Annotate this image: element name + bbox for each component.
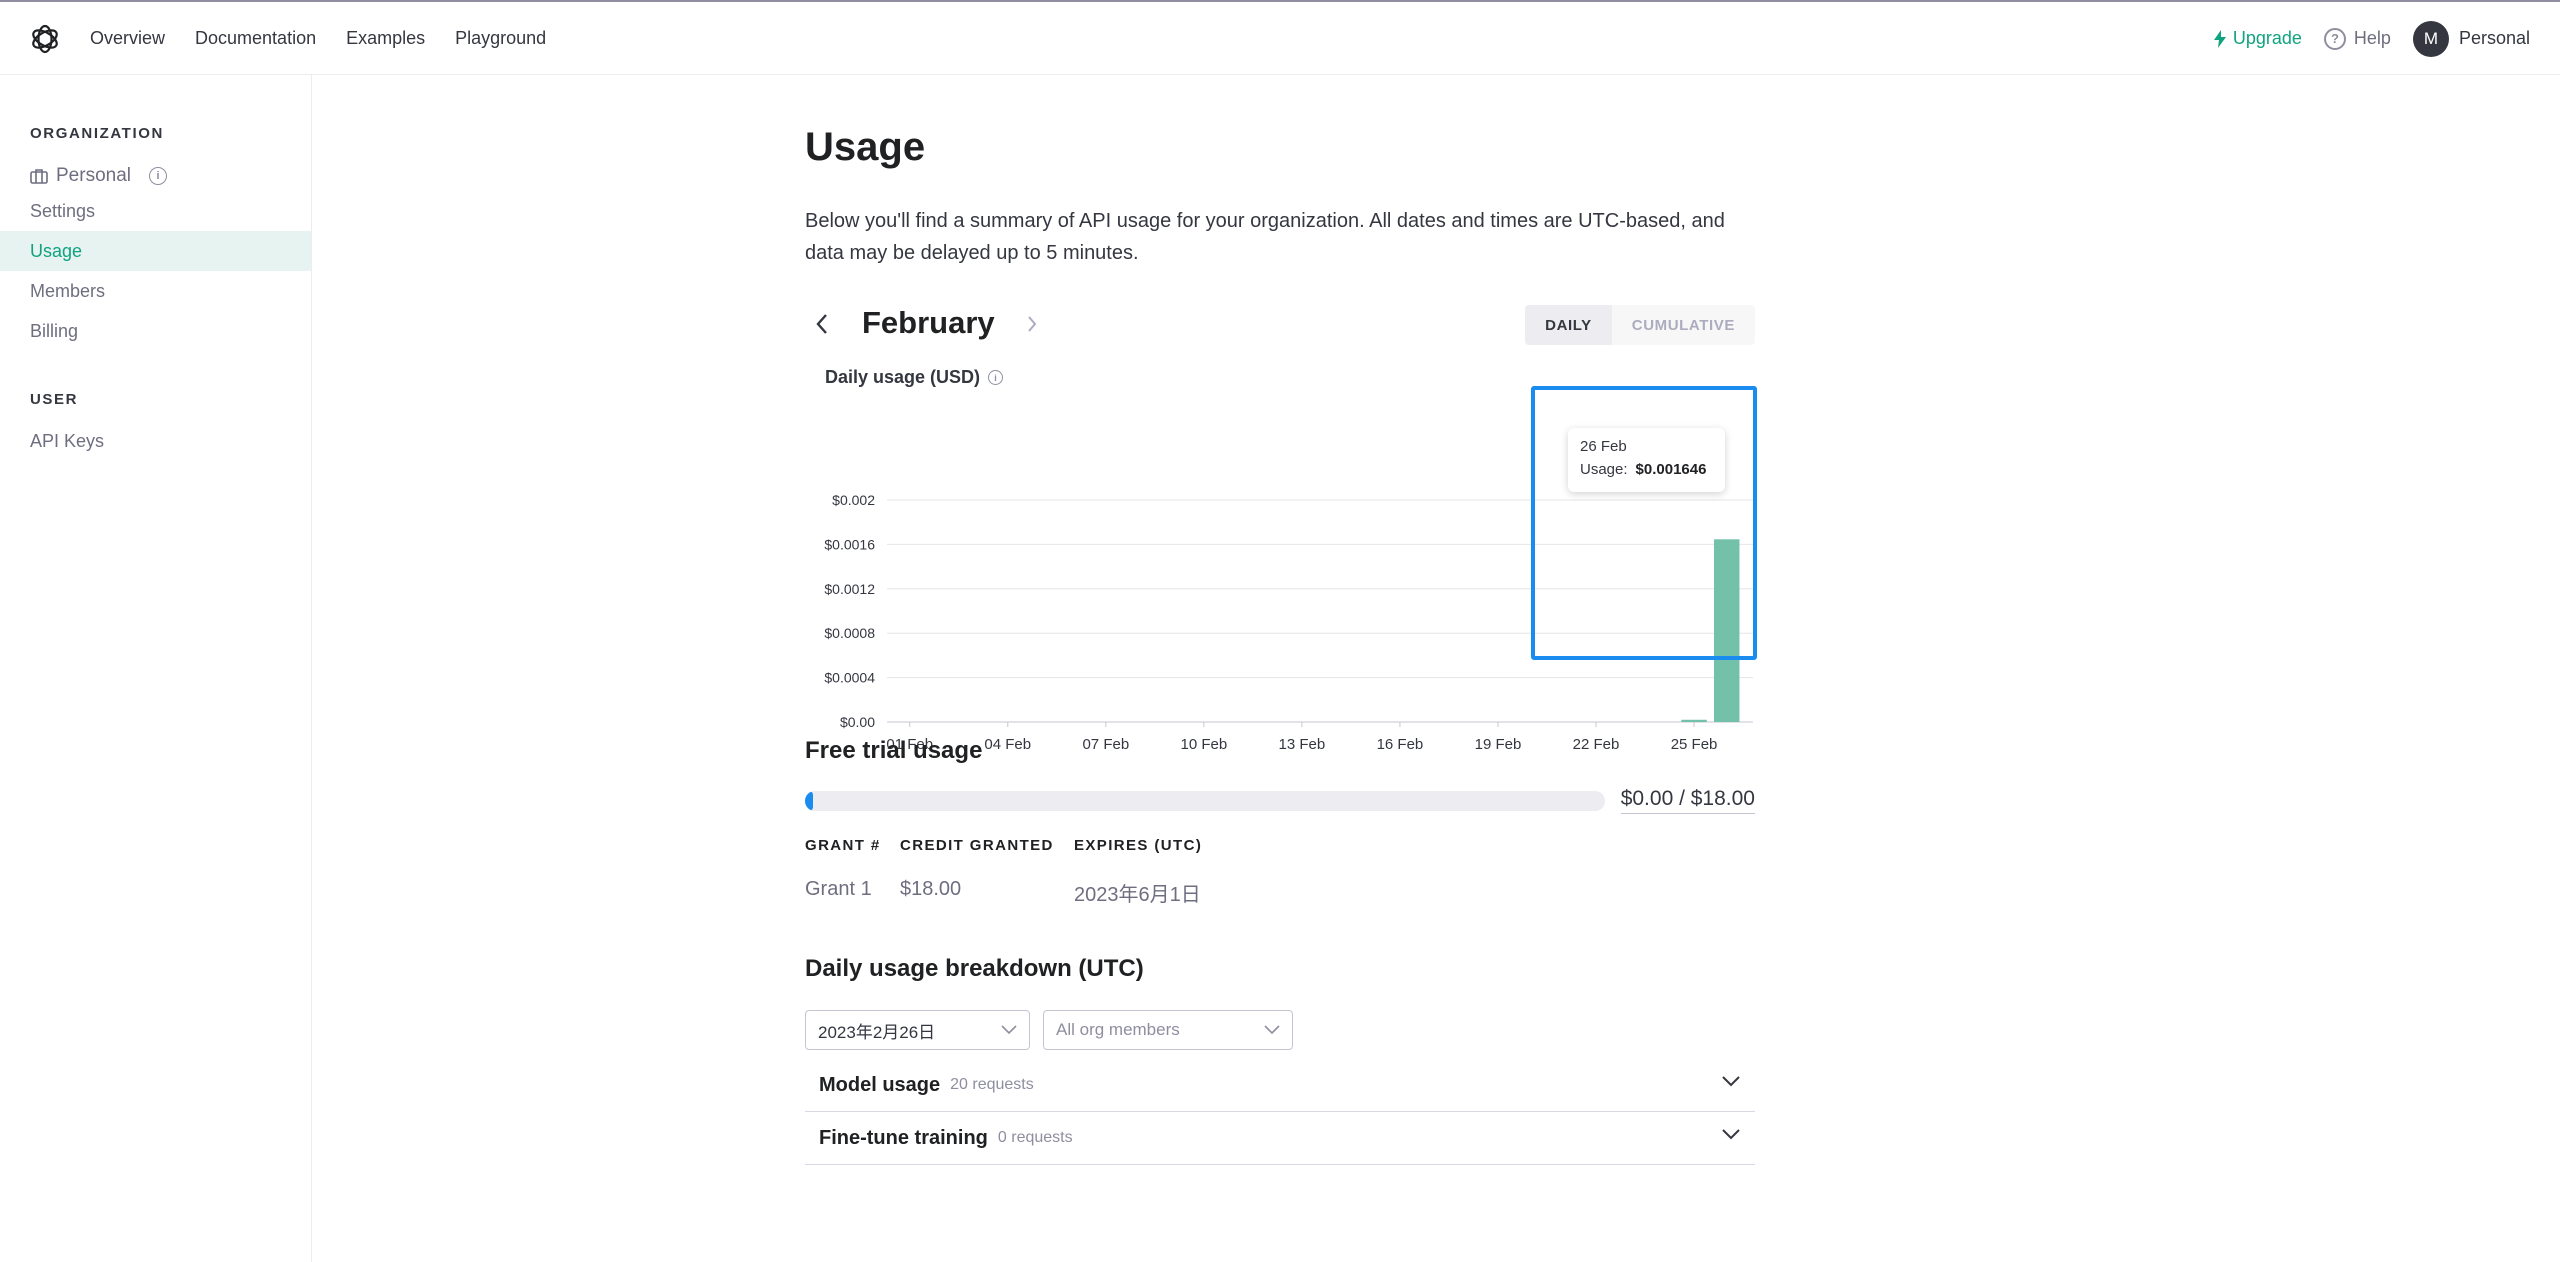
nav-link-examples[interactable]: Examples — [346, 28, 425, 49]
cell-credit: $18.00 — [900, 878, 962, 900]
y-tick-label: $0.0004 — [824, 670, 875, 686]
progress-fill — [805, 791, 813, 811]
bar — [1681, 719, 1707, 722]
view-toggle: DAILY CUMULATIVE — [1525, 305, 1755, 345]
next-month-button[interactable] — [1017, 309, 1047, 339]
section-count: 20 requests — [950, 1076, 1034, 1093]
free-trial-amount: $0.00 / $18.00 — [1620, 787, 1755, 814]
member-select[interactable]: All org members — [1043, 1010, 1293, 1050]
tooltip-label: Usage: — [1580, 461, 1628, 478]
section-count: 0 requests — [997, 1129, 1073, 1146]
nav-link-playground[interactable]: Playground — [455, 28, 546, 49]
chart-tooltip: 26 Feb Usage: $0.001646 — [1568, 428, 1725, 492]
page-title: Usage — [805, 125, 926, 169]
chevron-right-icon — [1028, 316, 1037, 332]
nav-links: Overview Documentation Examples Playgrou… — [90, 2, 546, 75]
sidebar: ORGANIZATION Personal i Settings Usage M… — [0, 75, 312, 1262]
x-tick-label: 25 Feb — [1671, 736, 1718, 753]
fine-tune-section[interactable]: Fine-tune training 0 requests — [805, 1112, 1755, 1165]
grant-table: GRANT # CREDIT GRANTED EXPIRES (UTC) Gra… — [805, 837, 1254, 907]
breakdown-filters: 2023年2月26日 All org members — [805, 1010, 1293, 1050]
chevron-left-icon — [816, 314, 827, 334]
grant-table-header: GRANT # CREDIT GRANTED EXPIRES (UTC) — [805, 837, 1254, 854]
top-nav: Overview Documentation Examples Playgrou… — [0, 0, 2560, 75]
section-title: Fine-tune training — [819, 1126, 988, 1149]
tooltip-value: $0.001646 — [1635, 461, 1707, 478]
col-expires: EXPIRES (UTC) — [1074, 837, 1203, 854]
model-usage-section[interactable]: Model usage 20 requests — [805, 1059, 1755, 1112]
chevron-down-icon — [1722, 1129, 1740, 1140]
nav-right: Upgrade ? Help M Personal — [2213, 2, 2530, 75]
y-tick-label: $0.0012 — [824, 581, 875, 597]
upgrade-button[interactable]: Upgrade — [2213, 28, 2302, 49]
x-tick-label: 16 Feb — [1377, 736, 1424, 753]
prev-month-button[interactable] — [807, 309, 837, 339]
account-menu[interactable]: M Personal — [2412, 20, 2530, 57]
month-navigator: February DAILY CUMULATIVE — [805, 303, 1755, 345]
x-tick-label: 22 Feb — [1573, 736, 1620, 753]
help-icon: ? — [2323, 27, 2346, 50]
cell-grant: Grant 1 — [805, 878, 872, 900]
tooltip-date: 26 Feb — [1580, 438, 1627, 455]
free-trial-progress — [805, 791, 1605, 811]
chevron-down-icon — [1001, 1025, 1017, 1035]
x-tick-label: 13 Feb — [1279, 736, 1326, 753]
x-tick-label: 19 Feb — [1475, 736, 1522, 753]
toggle-daily[interactable]: DAILY — [1525, 305, 1612, 345]
org-name: Personal — [56, 165, 131, 186]
sidebar-item-api-keys[interactable]: API Keys — [0, 421, 311, 461]
month-label: February — [862, 305, 995, 340]
sidebar-item-billing[interactable]: Billing — [0, 311, 311, 351]
help-label: Help — [2353, 28, 2391, 48]
org-section-heading: ORGANIZATION — [30, 125, 164, 142]
toggle-cumulative[interactable]: CUMULATIVE — [1612, 305, 1755, 345]
member-select-value: All org members — [1056, 1020, 1180, 1039]
col-credit: CREDIT GRANTED — [900, 837, 1054, 854]
nav-link-overview[interactable]: Overview — [90, 28, 165, 49]
x-tick-label: 10 Feb — [1181, 736, 1228, 753]
openai-logo-icon[interactable] — [28, 22, 62, 56]
briefcase-icon — [30, 169, 48, 184]
sidebar-item-members[interactable]: Members — [0, 271, 311, 311]
y-tick-label: $0.0016 — [824, 536, 875, 552]
upgrade-label: Upgrade — [2232, 28, 2302, 48]
breakdown-heading: Daily usage breakdown (UTC) — [805, 955, 1144, 982]
y-tick-label: $0.0008 — [824, 625, 875, 641]
section-title: Model usage — [819, 1073, 941, 1096]
free-trial-heading: Free trial usage — [805, 737, 983, 764]
org-selector[interactable]: Personal i — [30, 161, 167, 191]
date-select-value: 2023年2月26日 — [818, 1022, 936, 1042]
chevron-down-icon — [1264, 1025, 1280, 1035]
nav-link-documentation[interactable]: Documentation — [195, 28, 316, 49]
x-tick-label: 07 Feb — [1082, 736, 1129, 753]
info-icon[interactable]: i — [149, 167, 167, 185]
lightning-icon — [2213, 29, 2226, 48]
cell-expires: 2023年6月1日 — [1074, 884, 1201, 906]
x-tick-label: 04 Feb — [984, 736, 1031, 753]
chevron-down-icon — [1722, 1076, 1740, 1087]
date-select[interactable]: 2023年2月26日 — [805, 1010, 1030, 1050]
y-tick-label: $0.002 — [832, 492, 875, 508]
y-tick-label: $0.00 — [840, 714, 875, 730]
account-name: Personal — [2458, 28, 2530, 48]
user-section-heading: USER — [30, 391, 79, 408]
avatar: M — [2412, 20, 2449, 57]
col-grant: GRANT # — [805, 837, 881, 854]
page-description: Below you'll find a summary of API usage… — [805, 210, 1725, 264]
sidebar-item-usage[interactable]: Usage — [0, 231, 311, 271]
sidebar-item-settings[interactable]: Settings — [0, 191, 311, 231]
help-button[interactable]: ? Help — [2323, 27, 2391, 50]
table-row: Grant 1 $18.00 2023年6月1日 — [805, 878, 1254, 907]
